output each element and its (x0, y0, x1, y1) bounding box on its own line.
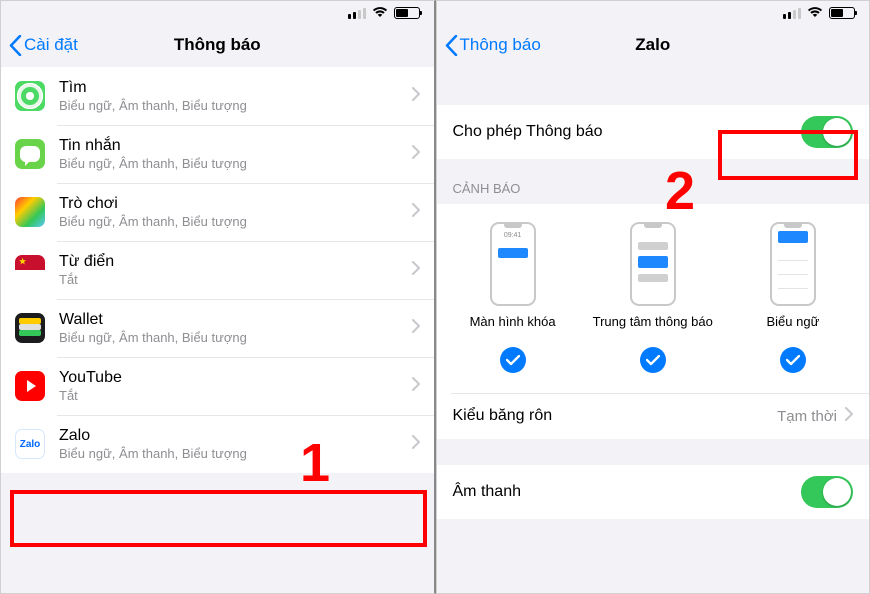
wifi-icon (807, 6, 823, 21)
app-title: Từ điển (59, 252, 412, 272)
youtube-icon (15, 371, 45, 401)
app-row-games[interactable]: Trò chơi Biểu ngữ, Âm thanh, Biểu tượng (1, 183, 434, 241)
alerts-section: 09:41 Màn hình khóa Trung tâm thông báo (437, 204, 870, 439)
back-label: Cài đặt (24, 35, 78, 55)
app-title: Trò chơi (59, 194, 412, 214)
chevron-right-icon (412, 377, 420, 396)
check-banner[interactable] (780, 347, 806, 373)
wallet-icon (15, 313, 45, 343)
app-title: Tin nhắn (59, 136, 412, 156)
app-subtitle: Biểu ngữ, Âm thanh, Biểu tượng (59, 214, 412, 230)
sound-label: Âm thanh (453, 483, 802, 501)
app-subtitle: Tắt (59, 388, 412, 404)
banner-style-label: Kiểu băng rôn (453, 407, 778, 425)
find-icon (15, 81, 45, 111)
allow-notifications-row: Cho phép Thông báo (437, 105, 870, 159)
game-center-icon (15, 197, 45, 227)
status-bar (1, 1, 434, 23)
nav-bar: Cài đặt Thông báo (1, 23, 434, 67)
banner-preview-icon (770, 222, 816, 306)
app-subtitle: Biểu ngữ, Âm thanh, Biểu tượng (59, 98, 412, 114)
back-label: Thông báo (460, 35, 541, 55)
alert-option-label: Màn hình khóa (470, 314, 556, 329)
check-notification-center[interactable] (640, 347, 666, 373)
chevron-right-icon (845, 407, 853, 426)
nav-bar: Thông báo Zalo (437, 23, 870, 67)
zalo-notification-settings-screen: Thông báo Zalo Cho phép Thông báo CẢNH B… (436, 0, 870, 594)
alert-option-label: Biểu ngữ (766, 314, 819, 329)
app-title: Zalo (59, 426, 412, 446)
app-subtitle: Biểu ngữ, Âm thanh, Biểu tượng (59, 330, 412, 346)
app-row-find[interactable]: Tìm Biểu ngữ, Âm thanh, Biểu tượng (1, 67, 434, 125)
chevron-right-icon (412, 319, 420, 338)
app-subtitle: Biểu ngữ, Âm thanh, Biểu tượng (59, 446, 412, 462)
chevron-right-icon (412, 203, 420, 222)
chevron-right-icon (412, 261, 420, 280)
signal-icon (783, 8, 801, 19)
chevron-right-icon (412, 87, 420, 106)
app-title: Tìm (59, 78, 412, 98)
signal-icon (348, 8, 366, 19)
banner-style-value: Tạm thời (777, 408, 837, 425)
lockscreen-preview-icon: 09:41 (490, 222, 536, 306)
app-title: YouTube (59, 368, 412, 388)
app-subtitle: Tắt (59, 272, 412, 288)
battery-icon (394, 7, 420, 19)
section-header-alerts: CẢNH BÁO (437, 159, 870, 204)
sound-row: Âm thanh (437, 465, 870, 519)
app-subtitle: Biểu ngữ, Âm thanh, Biểu tượng (59, 156, 412, 172)
notification-center-preview-icon (630, 222, 676, 306)
back-button[interactable]: Thông báo (445, 35, 541, 56)
battery-icon (829, 7, 855, 19)
banner-style-row[interactable]: Kiểu băng rôn Tạm thời (437, 393, 870, 439)
alert-option-label: Trung tâm thông báo (593, 314, 713, 329)
status-bar (437, 1, 870, 23)
app-row-wallet[interactable]: Wallet Biểu ngữ, Âm thanh, Biểu tượng (1, 299, 434, 357)
alert-option-banner[interactable]: Biểu ngữ (728, 222, 858, 329)
check-lockscreen[interactable] (500, 347, 526, 373)
chevron-right-icon (412, 145, 420, 164)
notifications-list-screen: Cài đặt Thông báo Tìm Biểu ngữ, Âm thanh… (0, 0, 436, 594)
dictionary-icon: ★ (15, 255, 45, 285)
allow-notifications-label: Cho phép Thông báo (453, 123, 802, 141)
wifi-icon (372, 6, 388, 21)
alert-option-lockscreen[interactable]: 09:41 Màn hình khóa (448, 222, 578, 329)
back-button[interactable]: Cài đặt (9, 35, 78, 56)
app-row-messages[interactable]: Tin nhắn Biểu ngữ, Âm thanh, Biểu tượng (1, 125, 434, 183)
app-row-dictionary[interactable]: ★ Từ điển Tắt (1, 241, 434, 299)
chevron-right-icon (412, 435, 420, 454)
messages-icon (15, 139, 45, 169)
alert-option-notification-center[interactable]: Trung tâm thông báo (588, 222, 718, 329)
app-row-youtube[interactable]: YouTube Tắt (1, 357, 434, 415)
allow-notifications-toggle[interactable] (801, 116, 853, 148)
sound-toggle[interactable] (801, 476, 853, 508)
zalo-icon: Zalo (15, 429, 45, 459)
app-row-zalo[interactable]: Zalo Zalo Biểu ngữ, Âm thanh, Biểu tượng (1, 415, 434, 473)
app-title: Wallet (59, 310, 412, 330)
app-list: Tìm Biểu ngữ, Âm thanh, Biểu tượng Tin n… (1, 67, 434, 473)
